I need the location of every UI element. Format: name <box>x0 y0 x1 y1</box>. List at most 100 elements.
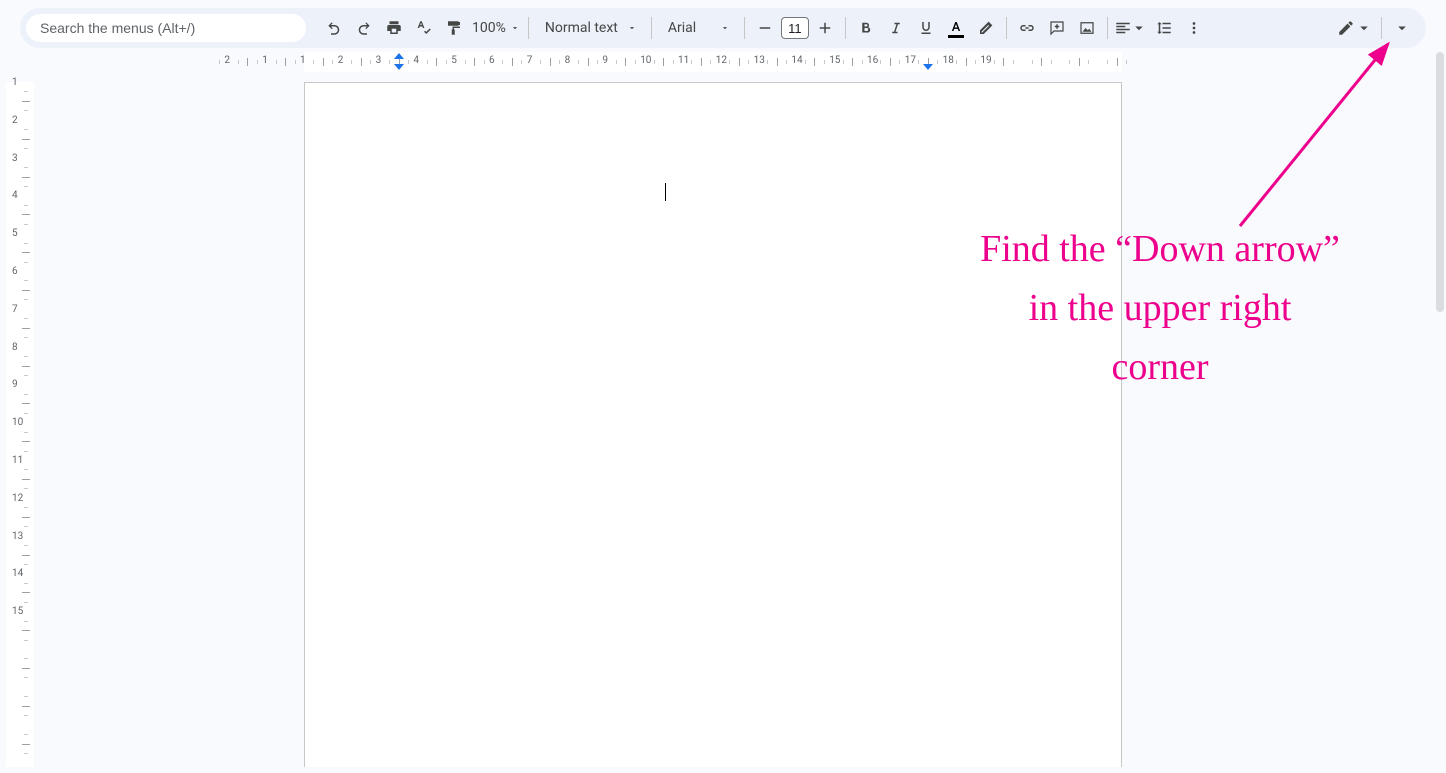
ruler-tick <box>436 58 437 66</box>
ruler-tick-label: 6 <box>12 266 18 277</box>
ruler-tick <box>295 60 296 64</box>
bold-button[interactable] <box>852 14 880 42</box>
ruler-tick <box>966 58 967 66</box>
ruler-tick-label: 7 <box>12 304 18 315</box>
ruler-tick <box>22 177 30 178</box>
bold-icon <box>857 19 875 37</box>
first-line-indent-marker[interactable] <box>394 53 404 59</box>
ruler-tick <box>24 432 28 433</box>
print-icon <box>385 19 403 37</box>
ruler-tick <box>739 58 740 66</box>
ruler-tick <box>1013 60 1014 64</box>
ruler-tick <box>24 375 28 376</box>
horizontal-ruler[interactable]: 2112345678910111213141516171819 <box>38 52 1436 72</box>
ruler-tick <box>484 60 485 64</box>
caret-down-icon <box>720 23 730 33</box>
ruler-tick <box>361 58 362 66</box>
ruler-tick-label: 4 <box>12 190 18 201</box>
ruler-tick <box>219 60 220 64</box>
text-cursor <box>665 183 666 201</box>
ruler-tick-label: 1 <box>12 77 18 88</box>
separator <box>1006 17 1007 39</box>
ruler-tick <box>24 753 28 754</box>
ruler-tick <box>24 488 28 489</box>
ruler-tick <box>588 58 589 66</box>
caret-down-icon <box>627 23 637 33</box>
increase-font-size-button[interactable] <box>811 14 839 42</box>
minus-icon <box>756 19 774 37</box>
ruler-tick <box>24 583 28 584</box>
separator <box>744 17 745 39</box>
ruler-tick-label: 10 <box>12 417 23 428</box>
ruler-tick <box>24 262 28 263</box>
vertical-scrollbar[interactable] <box>1436 52 1444 767</box>
ruler-tick <box>24 280 28 281</box>
spellcheck-button[interactable] <box>410 14 438 42</box>
comment-plus-icon <box>1048 19 1066 37</box>
ruler-tick <box>24 621 28 622</box>
italic-button[interactable] <box>882 14 910 42</box>
ruler-tick <box>24 640 28 641</box>
ruler-tick <box>389 60 390 64</box>
ruler-tick <box>1126 60 1127 64</box>
document-canvas[interactable] <box>38 74 1436 767</box>
align-dropdown[interactable] <box>1114 14 1148 42</box>
page[interactable] <box>304 82 1122 767</box>
ruler-tick-label: 6 <box>489 55 495 66</box>
menu-search[interactable] <box>26 14 306 42</box>
ruler-tick <box>24 129 28 130</box>
add-comment-button[interactable] <box>1043 14 1071 42</box>
paint-format-button[interactable] <box>440 14 468 42</box>
ruler-tick-label: 16 <box>867 55 878 66</box>
ruler-tick <box>625 58 626 66</box>
undo-button[interactable] <box>320 14 348 42</box>
more-vert-icon <box>1185 19 1203 37</box>
ruler-tick <box>24 564 28 565</box>
ruler-tick <box>512 58 513 66</box>
redo-button[interactable] <box>350 14 378 42</box>
insert-link-button[interactable] <box>1013 14 1041 42</box>
editing-mode-dropdown[interactable] <box>1335 14 1375 42</box>
font-size-input[interactable] <box>781 17 809 39</box>
ruler-tick-label: 14 <box>791 55 802 66</box>
ruler-tick <box>24 602 28 603</box>
paragraph-style-dropdown[interactable]: Normal text <box>535 14 645 42</box>
highlight-color-button[interactable] <box>972 14 1000 42</box>
ruler-tick <box>22 517 30 518</box>
scroll-thumb[interactable] <box>1436 52 1444 312</box>
highlighter-icon <box>977 19 995 37</box>
decrease-font-size-button[interactable] <box>751 14 779 42</box>
ruler-tick <box>22 630 30 631</box>
menu-search-input[interactable] <box>40 20 292 36</box>
text-color-button[interactable] <box>942 14 970 42</box>
font-family-dropdown[interactable]: Arial <box>658 14 738 42</box>
insert-image-button[interactable] <box>1073 14 1101 42</box>
ruler-tick <box>918 60 919 64</box>
ruler-tick <box>24 696 28 697</box>
ruler-tick <box>24 110 28 111</box>
left-indent-marker[interactable] <box>394 64 404 70</box>
ruler-tick <box>937 60 938 64</box>
print-button[interactable] <box>380 14 408 42</box>
ruler-tick-label: 19 <box>980 55 991 66</box>
ruler-tick <box>351 60 352 64</box>
ruler-tick <box>1107 60 1108 64</box>
hide-menus-button[interactable] <box>1388 14 1416 42</box>
font-size-group <box>751 14 839 42</box>
zoom-dropdown[interactable]: 100% <box>470 20 522 36</box>
ruler-tick <box>24 337 28 338</box>
ruler-tick <box>559 60 560 64</box>
ruler-tick <box>616 60 617 64</box>
ruler-tick <box>22 479 30 480</box>
separator <box>845 17 846 39</box>
ruler-tick-label: 2 <box>12 115 18 126</box>
ruler-tick <box>654 60 655 64</box>
ruler-tick <box>238 60 239 64</box>
ruler-tick <box>1051 60 1052 64</box>
underline-button[interactable] <box>912 14 940 42</box>
right-indent-marker[interactable] <box>923 64 933 70</box>
vertical-ruler[interactable]: 21123456789101112131415 <box>6 74 34 767</box>
line-spacing-button[interactable] <box>1150 14 1178 42</box>
more-options-button[interactable] <box>1180 14 1208 42</box>
ruler-tick <box>257 60 258 64</box>
